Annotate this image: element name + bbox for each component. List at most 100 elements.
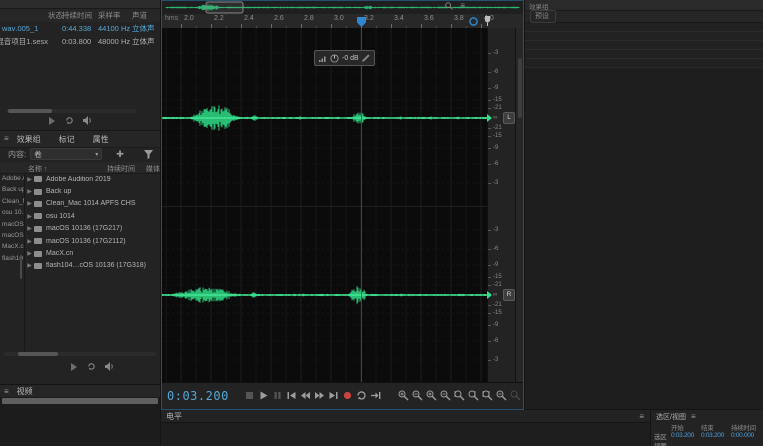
tree-row[interactable]: ▶ flash104…cOS 10136 (17G318) (25, 260, 160, 272)
tab-effects-rack[interactable]: 效果组 (17, 134, 41, 145)
drive-shortcut[interactable]: osu 10.1 (0, 207, 24, 218)
fast-forward-button[interactable] (314, 390, 325, 401)
zoom-to-selection-button[interactable] (482, 390, 493, 401)
drive-shortcut[interactable]: macOS (0, 219, 24, 230)
zoom-out-time-button[interactable] (412, 390, 423, 401)
drive-shortcut[interactable]: Back up (0, 184, 24, 195)
file-overview-strip[interactable]: ≡ (162, 1, 523, 15)
tree-row[interactable]: ▶ macOS 10136 (17G217) (25, 223, 160, 235)
skip-selection-button[interactable] (370, 390, 381, 401)
transport-menu-button[interactable] (510, 390, 521, 401)
play-button[interactable] (258, 390, 269, 401)
selection-view-menu-icon[interactable]: ≡ (691, 412, 696, 421)
tab-properties[interactable]: 属性 (93, 134, 109, 145)
disclosure-triangle-icon[interactable]: ▶ (25, 213, 34, 220)
drive-shortcut[interactable]: Clean_M (0, 196, 24, 207)
loop-indicator-icon[interactable] (469, 16, 478, 26)
disclosure-triangle-icon[interactable]: ▶ (25, 176, 34, 183)
waveform-display[interactable]: -0 dB (162, 28, 487, 382)
tab-video[interactable]: 视频 (17, 386, 33, 397)
amplitude-ruler[interactable]: -3 -3 -6 -6 -9 -9 -15 -15 -21 -21 ∞ L -3 -3 -6 -6 -9 -9 -1… (487, 28, 516, 382)
tree-row[interactable]: ▶ Clean_Mac 1014 APFS CHS (25, 198, 160, 210)
files-hscroll-thumb[interactable] (8, 109, 52, 113)
video-panel-bar[interactable] (2, 398, 158, 404)
files-col-2[interactable]: 持续时间 (62, 10, 98, 21)
disclosure-triangle-icon[interactable]: ▶ (25, 250, 34, 257)
record-button[interactable] (342, 390, 353, 401)
hud-pencil-icon[interactable] (361, 54, 370, 62)
channel-badge[interactable]: L (503, 112, 515, 124)
panel-menu-icon[interactable]: ≡ (4, 135, 9, 143)
effect-slot[interactable] (525, 50, 763, 59)
skip-to-start-button[interactable] (286, 390, 297, 401)
tree-row[interactable]: ▶ macOS 10136 (17G2112) (25, 235, 160, 247)
loop-playback-button[interactable] (356, 390, 367, 401)
channel-badge[interactable]: R (503, 289, 515, 301)
editor-vertical-scrollbar[interactable] (515, 28, 523, 382)
volume-hud[interactable]: -0 dB (314, 50, 375, 66)
skip-to-end-button[interactable] (328, 390, 339, 401)
files-col-3[interactable]: 采样率 (98, 10, 132, 21)
files-hscrollbar[interactable] (6, 109, 136, 113)
overview-menu-icon[interactable]: ≡ (460, 2, 465, 10)
pause-button[interactable] (272, 390, 283, 401)
effects-rack-panel: 效果组 预设 (525, 0, 763, 409)
zoom-in-time-button[interactable] (398, 390, 409, 401)
tree-row[interactable]: ▶ Adobe Audition 2019 (25, 173, 160, 185)
drive-shortcut[interactable]: macOS 1 (0, 230, 24, 241)
zoom-in-amplitude-button[interactable] (426, 390, 437, 401)
zoom-to-out-point-button[interactable] (468, 390, 479, 401)
tab-markers[interactable]: 标记 (59, 134, 75, 145)
zoom-magnifier-icon[interactable] (445, 2, 454, 10)
playhead-marker[interactable] (357, 17, 366, 27)
rewind-button[interactable] (300, 390, 311, 401)
tree-row[interactable]: ▶ MacX.cn (25, 247, 160, 259)
zoom-to-in-point-button[interactable] (454, 390, 465, 401)
db-label: -9 (493, 145, 499, 151)
filter-icon[interactable] (143, 149, 153, 159)
preset-dropdown[interactable]: 预设 (530, 10, 556, 23)
disclosure-triangle-icon[interactable]: ▶ (25, 188, 34, 195)
disclosure-triangle-icon[interactable]: ▶ (25, 238, 34, 245)
zoom-out-amplitude-button[interactable] (440, 390, 451, 401)
disclosure-triangle-icon[interactable]: ▶ (25, 262, 34, 269)
levels-menu-icon[interactable]: ≡ (639, 412, 644, 421)
selection-row[interactable]: 视图 (651, 440, 763, 446)
current-time-display[interactable]: 0:03.200 (167, 389, 229, 403)
rail-scrollbar-thumb[interactable] (20, 255, 22, 279)
files-col-4[interactable]: 声道 (132, 10, 158, 21)
file-row[interactable]: 1_005.wav 0:44.338 44100 Hz 立体声 (0, 22, 160, 35)
add-shortcut-icon[interactable]: ✚ (116, 149, 124, 160)
drive-shortcut[interactable]: MacX.c (0, 241, 24, 252)
levels-meter[interactable] (161, 422, 650, 446)
tree-hscroll-thumb[interactable] (18, 352, 58, 356)
preview-loop-icon[interactable] (87, 362, 96, 371)
panel-menu-icon[interactable]: ≡ (4, 387, 9, 396)
tree-hscrollbar[interactable] (4, 352, 156, 356)
tree-row[interactable]: ▶ osu 1014 (25, 210, 160, 222)
preview-play-icon[interactable] (70, 362, 78, 371)
tree-item-label: MacX.cn (46, 250, 74, 258)
drive-shortcut[interactable]: Adobe A (0, 173, 24, 184)
effect-slot[interactable] (525, 23, 763, 32)
effect-slot[interactable] (525, 59, 763, 68)
hud-knob-icon[interactable] (330, 53, 339, 63)
vscroll-thumb[interactable] (518, 58, 522, 118)
disclosure-triangle-icon[interactable]: ▶ (25, 200, 34, 207)
tree-row[interactable]: ▶ Back up (25, 185, 160, 197)
timeline-ruler[interactable]: hms 2.02.22.42.62.83.03.23.43.63.84.0 (162, 14, 523, 29)
preview-play-icon[interactable] (48, 116, 56, 125)
marker-pin-icon[interactable] (484, 16, 491, 26)
files-table-header[interactable]: 状态 持续时间 采样率 声道 (0, 9, 160, 22)
preview-speaker-icon[interactable] (83, 116, 93, 125)
preview-loop-icon[interactable] (65, 116, 74, 125)
file-row[interactable]: 色混音项目1.sesx 0:03.800 48000 Hz立体声 (0, 35, 160, 48)
preview-speaker-icon[interactable] (105, 362, 115, 371)
disclosure-triangle-icon[interactable]: ▶ (25, 225, 34, 232)
effect-slot[interactable] (525, 41, 763, 50)
stop-button[interactable] (244, 390, 255, 401)
zoom-out-full-button[interactable] (496, 390, 507, 401)
files-col-1[interactable]: 状态 (48, 10, 63, 21)
content-dropdown[interactable]: 卷 ▾ (30, 148, 103, 160)
effect-slot[interactable] (525, 32, 763, 41)
